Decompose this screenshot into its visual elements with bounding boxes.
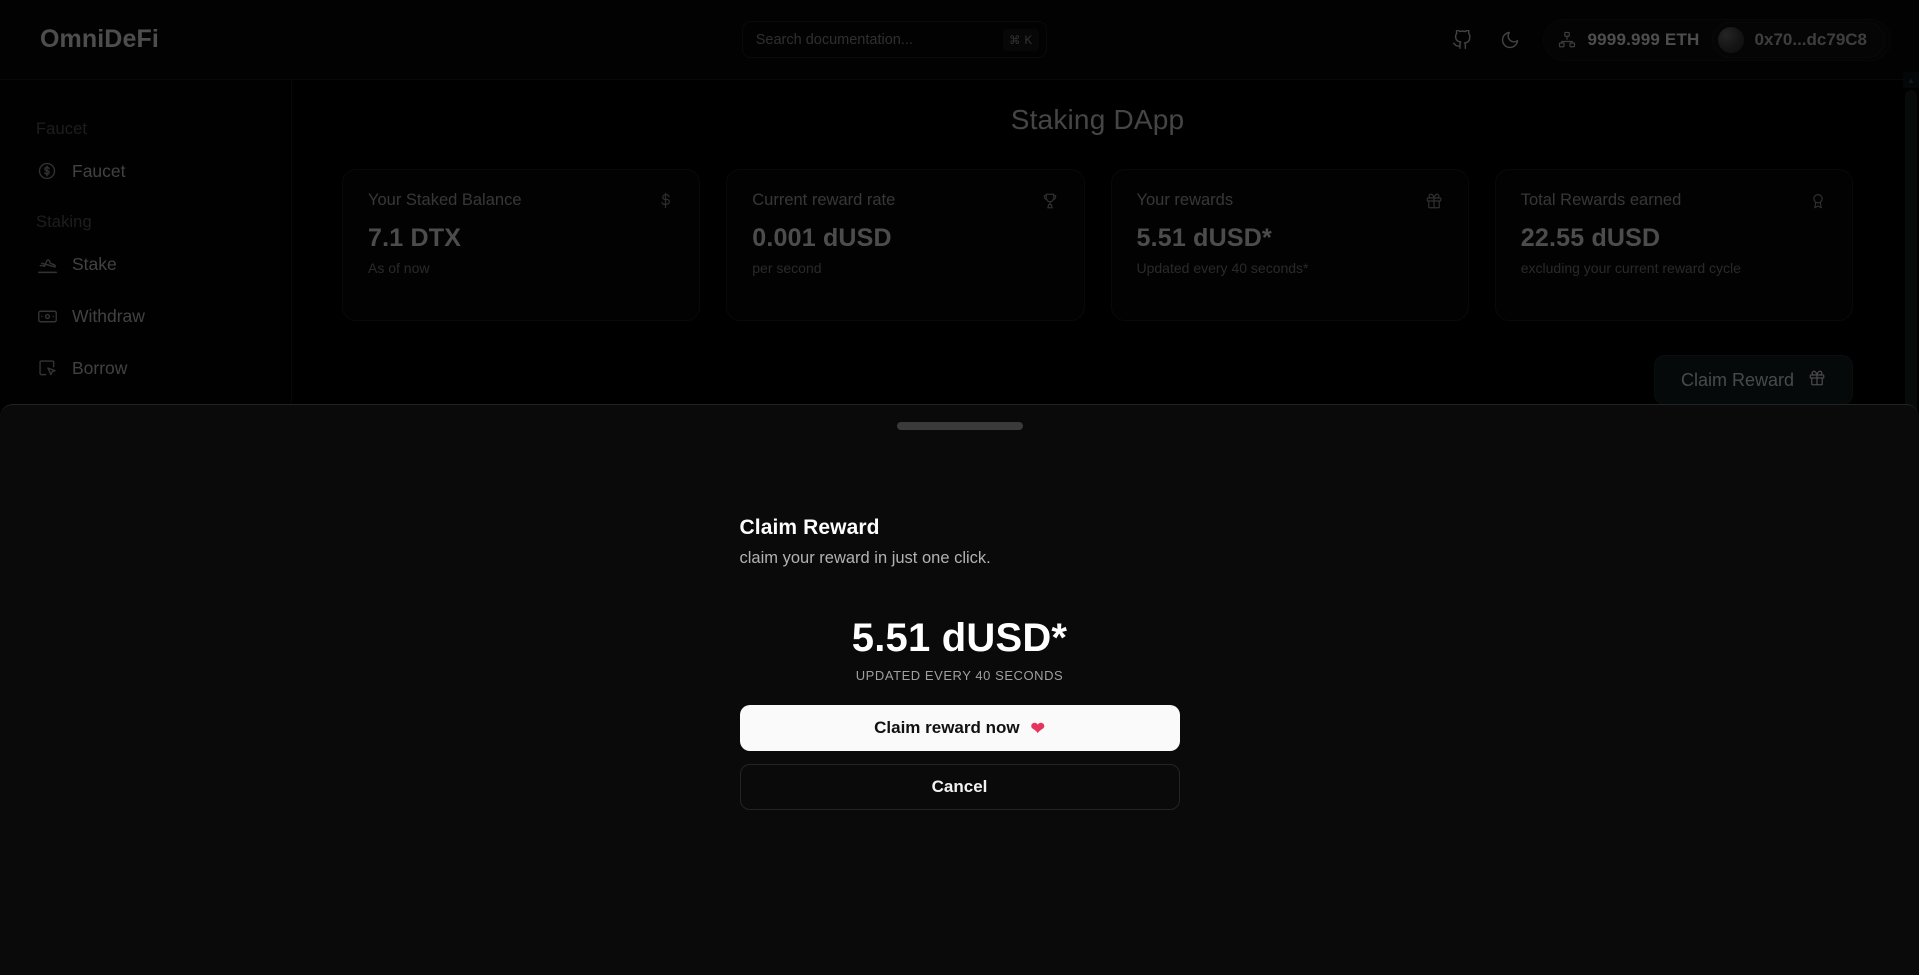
topbar-actions: 9999.999 ETH 0x70...dc79C8 — [1447, 18, 1919, 61]
drawer-amount-value: 5.51 dUSD* — [851, 616, 1068, 660]
stat-card-row: Your Staked Balance 7.1 DTX As of now Cu… — [342, 169, 1853, 321]
stat-value: 22.55 dUSD — [1520, 224, 1661, 252]
claim-reward-now-button[interactable]: Claim reward now ❤ — [739, 705, 1180, 751]
wallet-address-label: 0x70...dc79C8 — [1754, 29, 1867, 49]
app-root: OmniDeFi Search documentation... ⌘ K 999… — [0, 0, 1919, 975]
wallet-group[interactable]: 9999.999 ETH 0x70...dc79C8 — [1542, 18, 1891, 61]
avatar — [1717, 26, 1744, 53]
github-icon[interactable] — [1447, 25, 1477, 55]
plane-landing-icon — [36, 253, 58, 275]
dollar-sign-icon — [657, 192, 674, 209]
sidebar-item-label: Borrow — [72, 357, 128, 378]
stat-card-header: Total Rewards earned — [1521, 191, 1827, 210]
claim-reward-now-label: Claim reward now — [874, 718, 1020, 737]
gift-icon — [1425, 192, 1443, 210]
eth-balance: 9999.999 ETH — [1587, 29, 1700, 49]
drawer-title: Claim Reward — [739, 516, 880, 539]
stat-card-header: Current reward rate — [752, 191, 1058, 210]
sidebar-item-label: Stake — [72, 253, 117, 274]
stat-sub: excluding your current reward cycle — [1520, 260, 1741, 276]
search-input[interactable]: Search documentation... ⌘ K — [741, 21, 1047, 58]
sidebar-section-staking: Staking — [36, 213, 92, 231]
stat-card-staked-balance: Your Staked Balance 7.1 DTX As of now — [342, 169, 701, 321]
drawer-grab-handle[interactable] — [896, 422, 1023, 430]
sidebar-item-withdraw[interactable]: Withdraw — [0, 290, 291, 342]
scroll-up-arrow-icon[interactable]: ▲ — [1903, 72, 1919, 88]
stat-sub: per second — [752, 260, 822, 276]
gift-icon — [1808, 369, 1826, 392]
stat-card-reward-rate: Current reward rate 0.001 dUSD per secon… — [726, 169, 1085, 321]
stat-label: Total Rewards earned — [1520, 191, 1682, 209]
stat-card-header: Your Staked Balance — [368, 191, 674, 210]
search-placeholder: Search documentation... — [755, 31, 913, 48]
cursor-box-icon — [36, 357, 58, 379]
brand-logo[interactable]: OmniDeFi — [0, 25, 292, 54]
drawer-amount-block: 5.51 dUSD* UPDATED EVERY 40 SECONDS — [740, 616, 1180, 683]
sidebar-item-label: Withdraw — [72, 305, 145, 326]
wallet-address-pill[interactable]: 0x70...dc79C8 — [1711, 21, 1885, 58]
claim-reward-row: Claim Reward — [342, 355, 1853, 405]
sidebar-item-faucet[interactable]: Faucet — [0, 145, 291, 197]
heart-icon: ❤ — [1030, 718, 1045, 738]
drawer-description: claim your reward in just one click. — [739, 549, 991, 567]
sidebar-section-faucet: Faucet — [36, 120, 88, 138]
stat-value: 7.1 DTX — [368, 224, 462, 252]
stat-card-total-rewards: Total Rewards earned 22.55 dUSD excludin… — [1494, 169, 1853, 321]
drawer-content: Claim Reward claim your reward in just o… — [739, 430, 1180, 810]
sidebar-item-label: Faucet — [72, 160, 126, 181]
stat-label: Your rewards — [1136, 191, 1234, 209]
topbar-center: Search documentation... ⌘ K — [292, 21, 1447, 58]
page-title: Staking DApp — [1010, 104, 1185, 135]
network-icon — [1558, 31, 1576, 49]
banknote-icon — [36, 305, 58, 327]
sidebar-item-borrow[interactable]: Borrow — [0, 342, 291, 394]
stat-card-your-rewards: Your rewards 5.51 dUSD* Updated every 40… — [1110, 169, 1469, 321]
search-shortcut-badge: ⌘ K — [1002, 28, 1039, 51]
moon-icon[interactable] — [1495, 25, 1525, 55]
claim-reward-drawer: Claim Reward claim your reward in just o… — [0, 404, 1919, 975]
stat-sub: Updated every 40 seconds* — [1136, 260, 1309, 276]
stat-value: 0.001 dUSD — [752, 224, 892, 252]
stat-value: 5.51 dUSD* — [1136, 224, 1272, 252]
stat-label: Current reward rate — [752, 191, 896, 209]
award-icon — [1809, 192, 1827, 210]
stat-sub: As of now — [368, 260, 430, 276]
stat-card-header: Your rewards — [1137, 191, 1443, 210]
drawer-amount-note: UPDATED EVERY 40 SECONDS — [855, 668, 1064, 683]
cancel-button-label: Cancel — [931, 777, 988, 796]
claim-reward-button-label: Claim Reward — [1680, 369, 1794, 390]
sidebar-item-stake[interactable]: Stake — [0, 238, 291, 290]
claim-reward-button[interactable]: Claim Reward — [1653, 355, 1853, 405]
stat-label: Your Staked Balance — [368, 191, 522, 209]
cancel-button[interactable]: Cancel — [739, 764, 1180, 810]
trophy-icon — [1041, 192, 1059, 210]
circle-dollar-icon — [36, 160, 58, 182]
top-navigation-bar: OmniDeFi Search documentation... ⌘ K 999… — [0, 0, 1919, 80]
